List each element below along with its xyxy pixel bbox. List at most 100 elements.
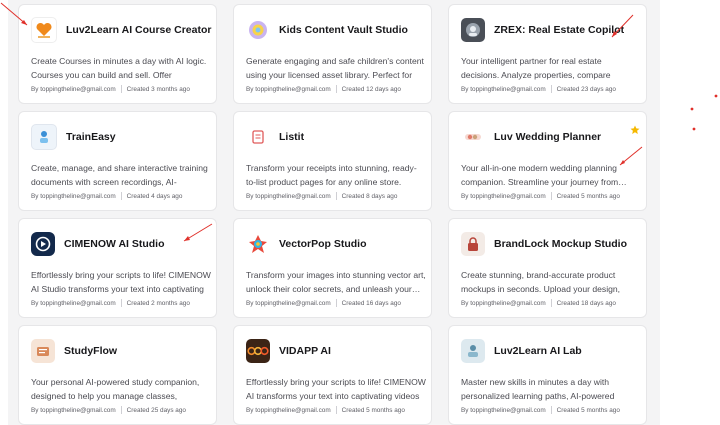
listit-logo-icon	[246, 125, 270, 149]
studyflow-logo-icon	[31, 339, 55, 363]
card-author: By toppingtheline@gmail.com	[31, 406, 116, 414]
card-meta: By toppingtheline@gmail.com Created 18 da…	[461, 299, 616, 307]
app-card-zrex-real-estate[interactable]: ZREX: Real Estate Copilot Your intellige…	[448, 4, 647, 104]
wedding-planner-logo-icon	[461, 125, 485, 149]
card-created: Created 12 days ago	[341, 85, 401, 93]
card-title: ZREX: Real Estate Copilot	[494, 24, 625, 36]
card-meta: By toppingtheline@gmail.com Created 12 da…	[246, 85, 401, 93]
card-created: Created 23 days ago	[556, 85, 616, 93]
card-meta: By toppingtheline@gmail.com Created 5 mon…	[461, 406, 620, 414]
app-card-traineasy[interactable]: TrainEasy Create, manage, and share inte…	[18, 111, 217, 211]
card-author: By toppingtheline@gmail.com	[246, 406, 331, 414]
card-description: Transform your receipts into stunning, r…	[246, 163, 417, 187]
vectorpop-logo-icon	[246, 232, 270, 256]
meta-divider	[120, 299, 122, 307]
card-meta: By toppingtheline@gmail.com Created 25 da…	[31, 406, 186, 414]
card-title: VectorPop Studio	[279, 238, 367, 250]
card-title: Luv2Learn AI Course Creator	[66, 24, 212, 36]
app-card-vectorpop-studio[interactable]: VectorPop Studio Transform your images i…	[233, 218, 432, 318]
kids-vault-logo-icon	[246, 18, 270, 42]
luv2learn-logo-icon	[31, 17, 57, 43]
card-author: By toppingtheline@gmail.com	[461, 192, 546, 200]
card-created: Created 18 days ago	[556, 299, 616, 307]
meta-divider	[120, 192, 122, 200]
card-meta: By toppingtheline@gmail.com Created 8 day…	[246, 192, 397, 200]
card-description: Your all-in-one modern wedding planning …	[461, 163, 627, 187]
card-author: By toppingtheline@gmail.com	[31, 192, 116, 200]
card-title: Kids Content Vault Studio	[279, 24, 408, 36]
cimenow-logo-icon	[31, 232, 55, 256]
card-title: TrainEasy	[66, 131, 116, 143]
card-meta: By toppingtheline@gmail.com Created 5 mon…	[461, 192, 620, 200]
card-description: Create stunning, brand-accurate product …	[461, 270, 621, 294]
annotation-dot-2	[690, 107, 694, 111]
traineasy-logo-icon	[31, 124, 57, 150]
app-card-studyflow[interactable]: StudyFlow Your personal AI-powered study…	[18, 325, 217, 425]
card-created: Created 8 days ago	[341, 192, 398, 200]
card-description: Master new skills in minutes a day with …	[461, 377, 615, 401]
app-card-cimenow-ai-studio[interactable]: CIMENOW AI Studio Effortlessly bring you…	[18, 218, 217, 318]
apps-grid-panel: Luv2Learn AI Course Creator Create Cours…	[8, 0, 660, 425]
card-description: Generate engaging and safe children's co…	[246, 56, 424, 80]
app-card-brandlock-mockup[interactable]: BrandLock Mockup Studio Create stunning,…	[448, 218, 647, 318]
card-title: Luv2Learn AI Lab	[494, 345, 582, 357]
card-description: Transform your images into stunning vect…	[246, 270, 426, 294]
meta-divider	[335, 192, 337, 200]
zrex-logo-icon	[461, 18, 485, 42]
card-description: Effortlessly bring your scripts to life!…	[246, 377, 426, 401]
card-created: Created 5 months ago	[556, 406, 620, 414]
card-description: Your personal AI-powered study companion…	[31, 377, 200, 401]
card-description: Effortlessly bring your scripts to life!…	[31, 270, 211, 294]
card-description: Create Courses in minutes a day with AI …	[31, 56, 207, 80]
card-description: Create, manage, and share interactive tr…	[31, 163, 208, 187]
favorite-star-icon[interactable]	[630, 125, 640, 135]
card-created: Created 2 months ago	[126, 299, 190, 307]
card-created: Created 5 months ago	[341, 406, 405, 414]
card-title: Luv Wedding Planner	[494, 131, 602, 143]
card-meta: By toppingtheline@gmail.com Created 23 da…	[461, 85, 616, 93]
card-created: Created 25 days ago	[126, 406, 186, 414]
app-card-listit[interactable]: Listit Transform your receipts into stun…	[233, 111, 432, 211]
meta-divider	[550, 406, 552, 414]
meta-divider	[335, 406, 337, 414]
luv2learn-lab-logo-icon	[461, 339, 485, 363]
card-author: By toppingtheline@gmail.com	[246, 192, 331, 200]
annotation-dot-1	[714, 94, 718, 98]
card-author: By toppingtheline@gmail.com	[31, 299, 116, 307]
card-title: BrandLock Mockup Studio	[494, 238, 628, 250]
meta-divider	[550, 192, 552, 200]
card-created: Created 16 days ago	[341, 299, 401, 307]
card-title: VIDAPP AI	[279, 345, 331, 357]
card-author: By toppingtheline@gmail.com	[461, 85, 546, 93]
card-author: By toppingtheline@gmail.com	[461, 406, 546, 414]
app-card-kids-content-vault[interactable]: Kids Content Vault Studio Generate engag…	[233, 4, 432, 104]
app-card-vidapp-ai[interactable]: VIDAPP AI Effortlessly bring your script…	[233, 325, 432, 425]
card-created: Created 4 days ago	[126, 192, 183, 200]
vidapp-logo-icon	[246, 339, 270, 363]
card-title: CIMENOW AI Studio	[64, 238, 165, 250]
card-meta: By toppingtheline@gmail.com Created 5 mon…	[246, 406, 405, 414]
card-created: Created 5 months ago	[556, 192, 620, 200]
card-author: By toppingtheline@gmail.com	[246, 299, 331, 307]
card-title: Listit	[279, 131, 305, 143]
app-card-luv-wedding-planner[interactable]: Luv Wedding Planner Your all-in-one mode…	[448, 111, 647, 211]
meta-divider	[550, 85, 552, 93]
brandlock-logo-icon	[461, 232, 485, 256]
annotation-dot-3	[692, 127, 696, 131]
card-author: By toppingtheline@gmail.com	[31, 85, 116, 93]
app-card-luv2learn-course-creator[interactable]: Luv2Learn AI Course Creator Create Cours…	[18, 4, 217, 104]
app-card-luv2learn-ai-lab[interactable]: Luv2Learn AI Lab Master new skills in mi…	[448, 325, 647, 425]
meta-divider	[120, 85, 122, 93]
card-meta: By toppingtheline@gmail.com Created 4 day…	[31, 192, 182, 200]
meta-divider	[335, 85, 337, 93]
card-meta: By toppingtheline@gmail.com Created 2 mon…	[31, 299, 190, 307]
card-meta: By toppingtheline@gmail.com Created 3 mon…	[31, 85, 190, 93]
card-title: StudyFlow	[64, 345, 118, 357]
card-author: By toppingtheline@gmail.com	[246, 85, 331, 93]
card-created: Created 3 months ago	[126, 85, 190, 93]
meta-divider	[120, 406, 122, 414]
card-meta: By toppingtheline@gmail.com Created 16 da…	[246, 299, 401, 307]
meta-divider	[335, 299, 337, 307]
card-description: Your intelligent partner for real estate…	[461, 56, 611, 80]
card-author: By toppingtheline@gmail.com	[461, 299, 546, 307]
